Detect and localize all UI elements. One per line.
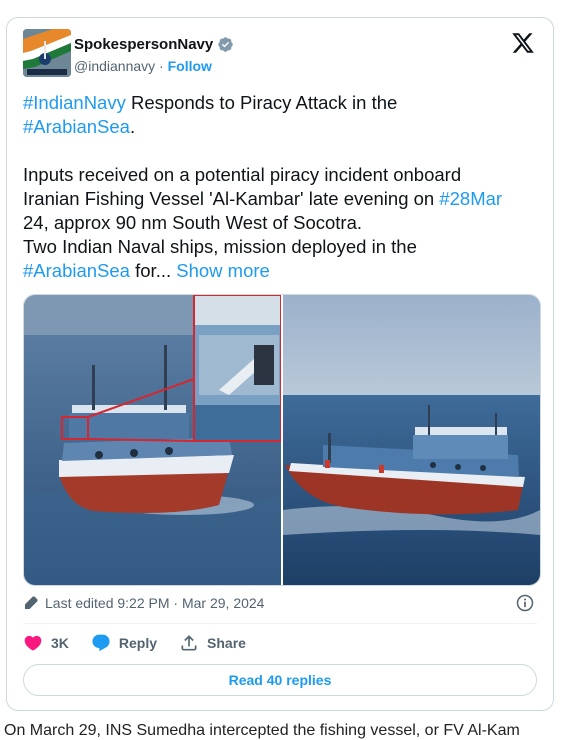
- read-replies-button[interactable]: Read 40 replies: [23, 664, 537, 696]
- author-name[interactable]: SpokespersonNavy: [74, 36, 234, 53]
- tweet-text-line1: Responds to Piracy Attack in the: [125, 92, 398, 113]
- like-button[interactable]: 3K: [23, 633, 69, 653]
- info-icon[interactable]: [515, 593, 535, 613]
- tweet-text-p2d: Two Indian Naval ships, mission deployed…: [23, 236, 417, 257]
- tweet-actions: 3K Reply Share: [23, 633, 268, 653]
- embedded-tweet-card[interactable]: SpokespersonNavy @indiannavy · Follow #I…: [6, 17, 554, 711]
- hashtag-arabiansea-2[interactable]: #ArabianSea: [23, 260, 130, 281]
- share-icon: [181, 635, 197, 651]
- tweet-text-p2a: Inputs received on a potential piracy in…: [23, 164, 462, 185]
- reply-button[interactable]: Reply: [91, 633, 157, 653]
- author-name-text[interactable]: SpokespersonNavy: [74, 36, 213, 53]
- media-photo-left[interactable]: [24, 295, 281, 585]
- separator-dot: ·: [159, 58, 164, 74]
- tweet-text-p2b: Iranian Fishing Vessel 'Al-Kambar' late …: [23, 188, 440, 209]
- reply-label: Reply: [118, 635, 158, 651]
- heart-icon: [24, 635, 42, 651]
- last-edited-text: Last edited 9:22 PM · Mar 29, 2024: [45, 595, 265, 611]
- author-handle[interactable]: @indiannavy: [74, 58, 155, 74]
- last-edited[interactable]: Last edited 9:22 PM · Mar 29, 2024: [23, 595, 264, 611]
- x-logo-icon[interactable]: [511, 31, 535, 55]
- show-more-link[interactable]: Show more: [176, 260, 270, 281]
- verified-badge-icon: [218, 37, 233, 52]
- media-photo-right[interactable]: [283, 295, 540, 585]
- tweet-text: #IndianNavy Responds to Piracy Attack in…: [23, 91, 543, 283]
- hashtag-indiannavy[interactable]: #IndianNavy: [23, 92, 126, 113]
- like-count: 3K: [51, 635, 69, 651]
- tweet-media-grid: [23, 294, 541, 586]
- pencil-icon: [25, 596, 38, 609]
- tweet-text-p2e: for...: [129, 260, 177, 281]
- tweet-text-line2: .: [129, 116, 136, 137]
- tweet-text-p2c: 24, approx 90 nm South West of Socotra.: [23, 212, 363, 233]
- author-avatar[interactable]: [23, 29, 71, 77]
- divider: [23, 623, 537, 624]
- share-label: Share: [207, 635, 246, 651]
- hashtag-arabiansea[interactable]: #ArabianSea: [23, 116, 130, 137]
- follow-link[interactable]: Follow: [168, 58, 212, 74]
- author-handle-line: @indiannavy · Follow: [74, 58, 212, 74]
- hashtag-28mar[interactable]: #28Mar: [439, 188, 502, 209]
- share-button[interactable]: Share: [179, 633, 246, 653]
- reply-bubble-icon: [92, 634, 110, 652]
- read-replies-label: Read 40 replies: [228, 672, 332, 688]
- article-body-text: On March 29, INS Sumedha intercepted the…: [4, 722, 520, 739]
